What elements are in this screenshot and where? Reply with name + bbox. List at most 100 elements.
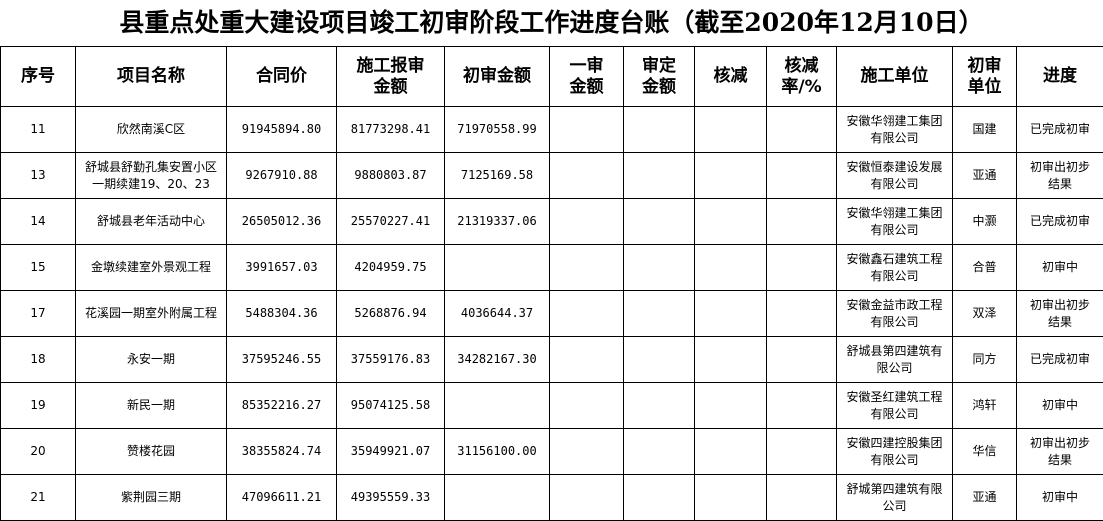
audit-unit-cell[interactable]: 中灏 xyxy=(953,199,1017,245)
header-cell[interactable]: 项目名称 xyxy=(76,47,227,107)
preliminary-amount-cell[interactable] xyxy=(445,245,550,291)
reduction-cell[interactable] xyxy=(695,153,767,199)
contract-price-cell[interactable]: 3991657.03 xyxy=(227,245,337,291)
audit-unit-cell[interactable]: 鸿轩 xyxy=(953,383,1017,429)
header-cell[interactable]: 序号 xyxy=(1,47,76,107)
contractor-cell[interactable]: 舒城县第四建筑有限公司 xyxy=(837,337,953,383)
first-audit-amount-cell[interactable] xyxy=(550,383,624,429)
progress-cell[interactable]: 初审中 xyxy=(1017,383,1103,429)
first-audit-amount-cell[interactable] xyxy=(550,291,624,337)
reduction-rate-cell[interactable] xyxy=(767,107,837,153)
header-cell[interactable]: 初审单位 xyxy=(953,47,1017,107)
header-cell[interactable]: 一审金额 xyxy=(550,47,624,107)
first-audit-amount-cell[interactable] xyxy=(550,337,624,383)
audit-unit-cell[interactable]: 双泽 xyxy=(953,291,1017,337)
contract-price-cell[interactable]: 5488304.36 xyxy=(227,291,337,337)
preliminary-amount-cell[interactable]: 21319337.06 xyxy=(445,199,550,245)
submitted-amount-cell[interactable]: 37559176.83 xyxy=(337,337,445,383)
header-cell[interactable]: 进度 xyxy=(1017,47,1103,107)
submitted-amount-cell[interactable]: 25570227.41 xyxy=(337,199,445,245)
project-name-cell[interactable]: 舒城县舒勤孔集安置小区一期续建19、20、23 xyxy=(76,153,227,199)
reduction-cell[interactable] xyxy=(695,337,767,383)
audit-unit-cell[interactable]: 国建 xyxy=(953,107,1017,153)
audit-unit-cell[interactable]: 亚通 xyxy=(953,475,1017,521)
submitted-amount-cell[interactable]: 49395559.33 xyxy=(337,475,445,521)
reduction-rate-cell[interactable] xyxy=(767,429,837,475)
approved-amount-cell[interactable] xyxy=(624,337,695,383)
project-name-cell[interactable]: 欣然南溪C区 xyxy=(76,107,227,153)
header-cell[interactable]: 核减 xyxy=(695,47,767,107)
audit-unit-cell[interactable]: 合普 xyxy=(953,245,1017,291)
progress-cell[interactable]: 已完成初审 xyxy=(1017,199,1103,245)
submitted-amount-cell[interactable]: 35949921.07 xyxy=(337,429,445,475)
contractor-cell[interactable]: 安徽四建控股集团有限公司 xyxy=(837,429,953,475)
reduction-rate-cell[interactable] xyxy=(767,153,837,199)
approved-amount-cell[interactable] xyxy=(624,153,695,199)
header-cell[interactable]: 初审金额 xyxy=(445,47,550,107)
approved-amount-cell[interactable] xyxy=(624,383,695,429)
contract-price-cell[interactable]: 26505012.36 xyxy=(227,199,337,245)
preliminary-amount-cell[interactable]: 7125169.58 xyxy=(445,153,550,199)
preliminary-amount-cell[interactable]: 4036644.37 xyxy=(445,291,550,337)
progress-cell[interactable]: 初审中 xyxy=(1017,245,1103,291)
row-number-cell[interactable]: 21 xyxy=(1,475,76,521)
header-cell[interactable]: 审定金额 xyxy=(624,47,695,107)
first-audit-amount-cell[interactable] xyxy=(550,199,624,245)
row-number-cell[interactable]: 17 xyxy=(1,291,76,337)
preliminary-amount-cell[interactable]: 71970558.99 xyxy=(445,107,550,153)
header-cell[interactable]: 施工单位 xyxy=(837,47,953,107)
contract-price-cell[interactable]: 47096611.21 xyxy=(227,475,337,521)
contractor-cell[interactable]: 安徽华翎建工集团有限公司 xyxy=(837,199,953,245)
reduction-rate-cell[interactable] xyxy=(767,337,837,383)
reduction-rate-cell[interactable] xyxy=(767,383,837,429)
contractor-cell[interactable]: 安徽华翎建工集团有限公司 xyxy=(837,107,953,153)
row-number-cell[interactable]: 15 xyxy=(1,245,76,291)
reduction-rate-cell[interactable] xyxy=(767,291,837,337)
row-number-cell[interactable]: 11 xyxy=(1,107,76,153)
audit-unit-cell[interactable]: 同方 xyxy=(953,337,1017,383)
contract-price-cell[interactable]: 38355824.74 xyxy=(227,429,337,475)
contractor-cell[interactable]: 安徽恒泰建设发展有限公司 xyxy=(837,153,953,199)
progress-cell[interactable]: 初审出初步结果 xyxy=(1017,291,1103,337)
reduction-rate-cell[interactable] xyxy=(767,475,837,521)
submitted-amount-cell[interactable]: 81773298.41 xyxy=(337,107,445,153)
header-cell[interactable]: 核减率/% xyxy=(767,47,837,107)
preliminary-amount-cell[interactable] xyxy=(445,383,550,429)
audit-unit-cell[interactable]: 华信 xyxy=(953,429,1017,475)
reduction-cell[interactable] xyxy=(695,475,767,521)
contractor-cell[interactable]: 安徽圣红建筑工程有限公司 xyxy=(837,383,953,429)
project-name-cell[interactable]: 新民一期 xyxy=(76,383,227,429)
first-audit-amount-cell[interactable] xyxy=(550,429,624,475)
reduction-rate-cell[interactable] xyxy=(767,245,837,291)
contract-price-cell[interactable]: 9267910.88 xyxy=(227,153,337,199)
contractor-cell[interactable]: 舒城第四建筑有限公司 xyxy=(837,475,953,521)
approved-amount-cell[interactable] xyxy=(624,107,695,153)
project-name-cell[interactable]: 永安一期 xyxy=(76,337,227,383)
reduction-rate-cell[interactable] xyxy=(767,199,837,245)
first-audit-amount-cell[interactable] xyxy=(550,475,624,521)
approved-amount-cell[interactable] xyxy=(624,245,695,291)
approved-amount-cell[interactable] xyxy=(624,291,695,337)
project-name-cell[interactable]: 赞楼花园 xyxy=(76,429,227,475)
contract-price-cell[interactable]: 91945894.80 xyxy=(227,107,337,153)
row-number-cell[interactable]: 18 xyxy=(1,337,76,383)
reduction-cell[interactable] xyxy=(695,245,767,291)
project-name-cell[interactable]: 紫荆园三期 xyxy=(76,475,227,521)
contractor-cell[interactable]: 安徽金益市政工程有限公司 xyxy=(837,291,953,337)
contract-price-cell[interactable]: 85352216.27 xyxy=(227,383,337,429)
approved-amount-cell[interactable] xyxy=(624,475,695,521)
progress-cell[interactable]: 初审中 xyxy=(1017,475,1103,521)
preliminary-amount-cell[interactable] xyxy=(445,475,550,521)
first-audit-amount-cell[interactable] xyxy=(550,245,624,291)
preliminary-amount-cell[interactable]: 34282167.30 xyxy=(445,337,550,383)
submitted-amount-cell[interactable]: 5268876.94 xyxy=(337,291,445,337)
contractor-cell[interactable]: 安徽鑫石建筑工程有限公司 xyxy=(837,245,953,291)
reduction-cell[interactable] xyxy=(695,291,767,337)
progress-cell[interactable]: 初审出初步结果 xyxy=(1017,429,1103,475)
header-cell[interactable]: 施工报审金额 xyxy=(337,47,445,107)
first-audit-amount-cell[interactable] xyxy=(550,107,624,153)
submitted-amount-cell[interactable]: 9880803.87 xyxy=(337,153,445,199)
project-name-cell[interactable]: 花溪园一期室外附属工程 xyxy=(76,291,227,337)
progress-cell[interactable]: 已完成初审 xyxy=(1017,107,1103,153)
reduction-cell[interactable] xyxy=(695,383,767,429)
